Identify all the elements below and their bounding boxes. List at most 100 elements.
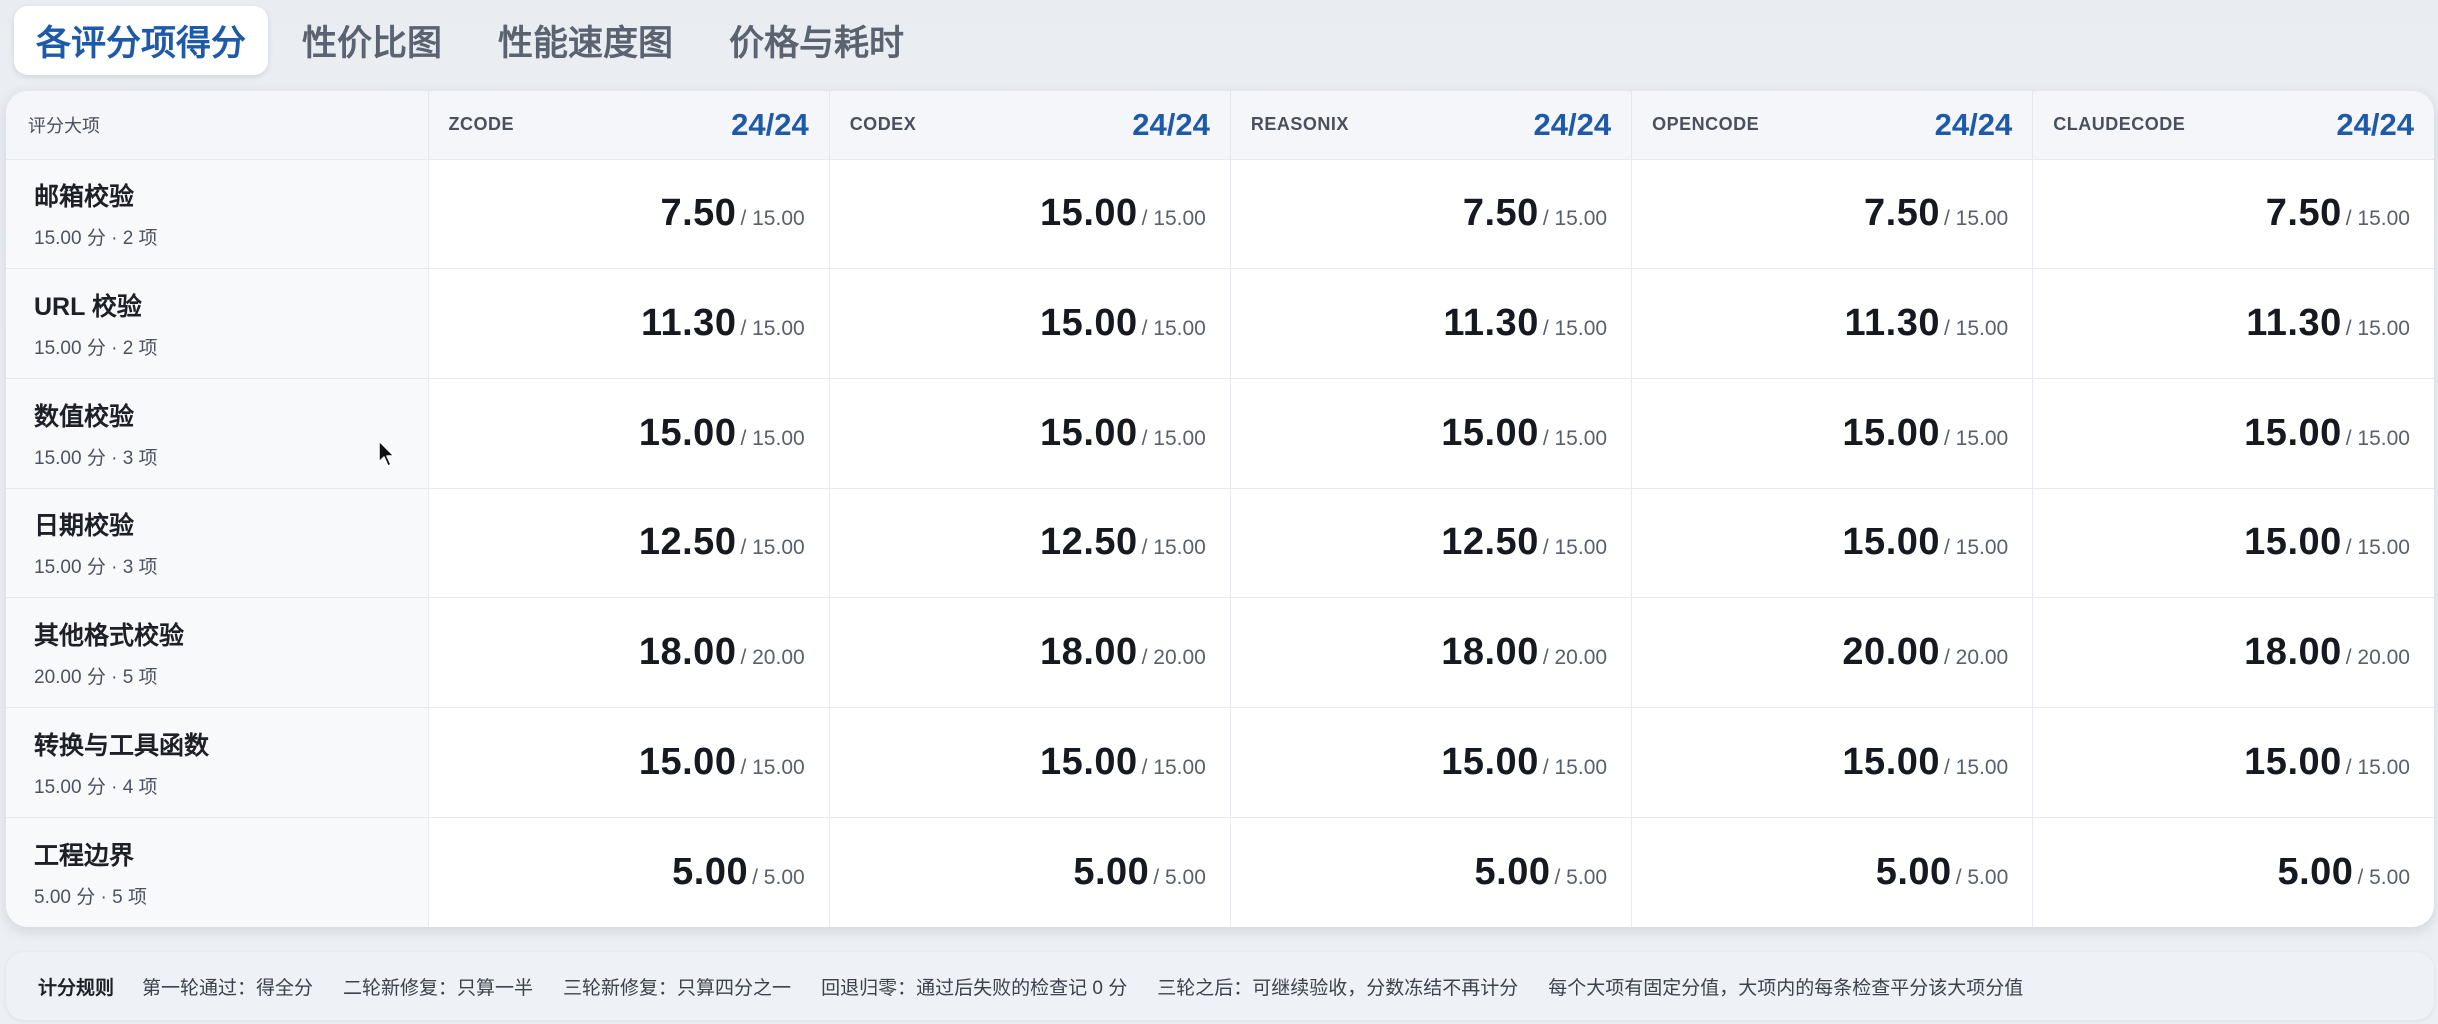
score-cell: 15.00/ 15.00	[2032, 706, 2434, 818]
score-max: / 15.00	[740, 755, 805, 779]
score-cell: 15.00/ 15.00	[828, 706, 1231, 818]
score-max: / 15.00	[2345, 536, 2410, 560]
score-value: 15.00	[2244, 740, 2342, 783]
table-row: 转换与工具函数 15.00 分 · 4 项 15.00/ 15.00 15.00/ 1…	[6, 706, 2434, 818]
table-row: 日期校验 15.00 分 · 3 项 12.50/ 15.00 12.50/ 15.0…	[6, 487, 2434, 598]
model-column-header: REASONIX 24/24	[1229, 91, 1632, 159]
tab-cost-performance[interactable]: 性价比图	[280, 6, 464, 75]
score-max: / 20.00	[2345, 646, 2410, 670]
category-meta: 15.00 分 · 3 项	[34, 557, 158, 579]
tab-bar: 各评分项得分 性价比图 性能速度图 价格与耗时	[14, 6, 938, 75]
model-column-header: CODEX 24/24	[828, 91, 1231, 159]
score-value: 15.00	[638, 740, 737, 783]
score-value: 18.00	[1040, 631, 1138, 674]
score-cell: 11.30/ 15.00	[427, 268, 830, 379]
rule-item: 三轮新修复：只算四分之一	[563, 977, 792, 999]
tab-performance-speed[interactable]: 性能速度图	[476, 6, 695, 75]
score-value: 7.50	[660, 192, 737, 235]
score-value: 15.00	[2244, 411, 2342, 454]
score-value: 11.30	[1844, 302, 1941, 345]
score-value: 11.30	[1443, 302, 1539, 345]
score-max: / 15.00	[1944, 317, 2009, 341]
score-cell: 11.30/ 15.00	[2032, 268, 2434, 379]
score-table: 评分大项 ZCODE 24/24 CODEX 24/24 REASONIX 24…	[6, 91, 2434, 927]
table-row: 邮箱校验 15.00 分 · 2 项 7.50/ 15.00 15.00/ 15.00…	[6, 158, 2434, 269]
score-max: / 15.00	[1141, 536, 1206, 560]
score-value: 11.30	[2246, 302, 2342, 345]
model-column-header: CLAUDECODE 24/24	[2032, 91, 2434, 159]
score-value: 12.50	[638, 521, 737, 564]
score-cell: 18.00/ 20.00	[828, 597, 1231, 708]
category-name: 日期校验	[34, 512, 135, 541]
score-value: 5.00	[1073, 850, 1150, 893]
score-value: 15.00	[1842, 740, 1941, 783]
score-table-card: 评分大项 ZCODE 24/24 CODEX 24/24 REASONIX 24…	[6, 91, 2434, 927]
score-max: / 20.00	[1141, 646, 1206, 670]
category-column-header: 评分大项	[6, 91, 428, 159]
category-name: 转换与工具函数	[34, 731, 210, 760]
score-max: / 15.00	[1944, 536, 2009, 560]
tab-price-time[interactable]: 价格与耗时	[707, 6, 926, 75]
score-max: / 15.00	[1944, 207, 2009, 231]
score-max: / 5.00	[1153, 865, 1206, 889]
rule-item: 回退归零：通过后失败的检查记 0 分	[821, 977, 1128, 999]
score-cell: 5.00/ 5.00	[828, 816, 1231, 927]
score-value: 15.00	[1842, 411, 1941, 454]
table-row: 工程边界 5.00 分 · 5 项 5.00/ 5.00 5.00/ 5.00 5.00…	[6, 816, 2434, 927]
score-cell: 7.50/ 15.00	[2032, 158, 2434, 269]
score-cell: 7.50/ 15.00	[1631, 158, 2033, 269]
score-cell: 15.00/ 15.00	[1229, 377, 1632, 489]
score-value: 15.00	[1040, 192, 1138, 235]
category-meta: 20.00 分 · 5 项	[34, 667, 158, 689]
category-cell: 转换与工具函数 15.00 分 · 4 项	[6, 706, 428, 818]
score-max: / 20.00	[740, 646, 805, 670]
score-value: 11.30	[640, 302, 737, 345]
score-max: / 15.00	[1141, 755, 1206, 779]
table-row: URL 校验 15.00 分 · 2 项 11.30/ 15.00 15.00/ 15…	[6, 268, 2434, 379]
score-max: / 5.00	[2357, 865, 2410, 889]
category-meta: 15.00 分 · 3 项	[34, 447, 158, 469]
model-name: CODEX	[849, 114, 917, 135]
score-max: / 15.00	[2345, 426, 2410, 450]
tab-category-scores[interactable]: 各评分项得分	[14, 6, 269, 75]
category-name: URL 校验	[34, 293, 142, 322]
score-value: 12.50	[1441, 521, 1539, 564]
score-cell: 5.00/ 5.00	[1229, 816, 1632, 927]
score-value: 15.00	[1040, 302, 1138, 345]
category-cell: 工程边界 5.00 分 · 5 项	[6, 816, 428, 927]
score-value: 15.00	[1441, 411, 1539, 454]
score-max: / 20.00	[1944, 646, 2009, 670]
score-cell: 12.50/ 15.00	[427, 487, 830, 598]
score-value: 7.50	[1462, 192, 1539, 235]
category-cell: 其他格式校验 20.00 分 · 5 项	[6, 597, 428, 708]
score-cell: 5.00/ 5.00	[427, 816, 830, 927]
score-cell: 12.50/ 15.00	[828, 487, 1231, 598]
model-name: OPENCODE	[1652, 114, 1760, 135]
score-value: 7.50	[2265, 192, 2342, 235]
model-name: CLAUDECODE	[2053, 114, 2186, 135]
score-max: / 5.00	[752, 865, 805, 889]
score-cell: 5.00/ 5.00	[1631, 816, 2033, 927]
category-meta: 5.00 分 · 5 项	[34, 886, 147, 908]
scoring-rules-bar: 计分规则 第一轮通过：得全分 二轮新修复：只算一半 三轮新修复：只算四分之一 回…	[6, 952, 2434, 1020]
score-max: / 15.00	[740, 536, 805, 560]
model-pass-count: 24/24	[1533, 106, 1612, 142]
score-max: / 15.00	[1944, 755, 2009, 779]
model-pass-count: 24/24	[1934, 106, 2013, 142]
score-cell: 11.30/ 15.00	[1229, 268, 1632, 379]
score-max: / 15.00	[1542, 426, 1608, 450]
score-value: 15.00	[638, 411, 737, 454]
score-max: / 15.00	[2345, 317, 2410, 341]
category-meta: 15.00 分 · 2 项	[34, 338, 158, 360]
score-value: 18.00	[1441, 631, 1539, 674]
score-cell: 15.00/ 15.00	[828, 158, 1231, 269]
score-max: / 15.00	[1542, 207, 1608, 231]
model-column-header: ZCODE 24/24	[427, 91, 830, 159]
table-row: 其他格式校验 20.00 分 · 5 项 18.00/ 20.00 18.00/ 20…	[6, 597, 2434, 708]
score-value: 15.00	[1842, 521, 1941, 564]
category-header-label: 评分大项	[28, 115, 100, 136]
score-cell: 15.00/ 15.00	[427, 377, 830, 489]
score-max: / 15.00	[740, 426, 805, 450]
score-max: / 20.00	[1542, 646, 1608, 670]
score-value: 5.00	[1474, 850, 1551, 893]
